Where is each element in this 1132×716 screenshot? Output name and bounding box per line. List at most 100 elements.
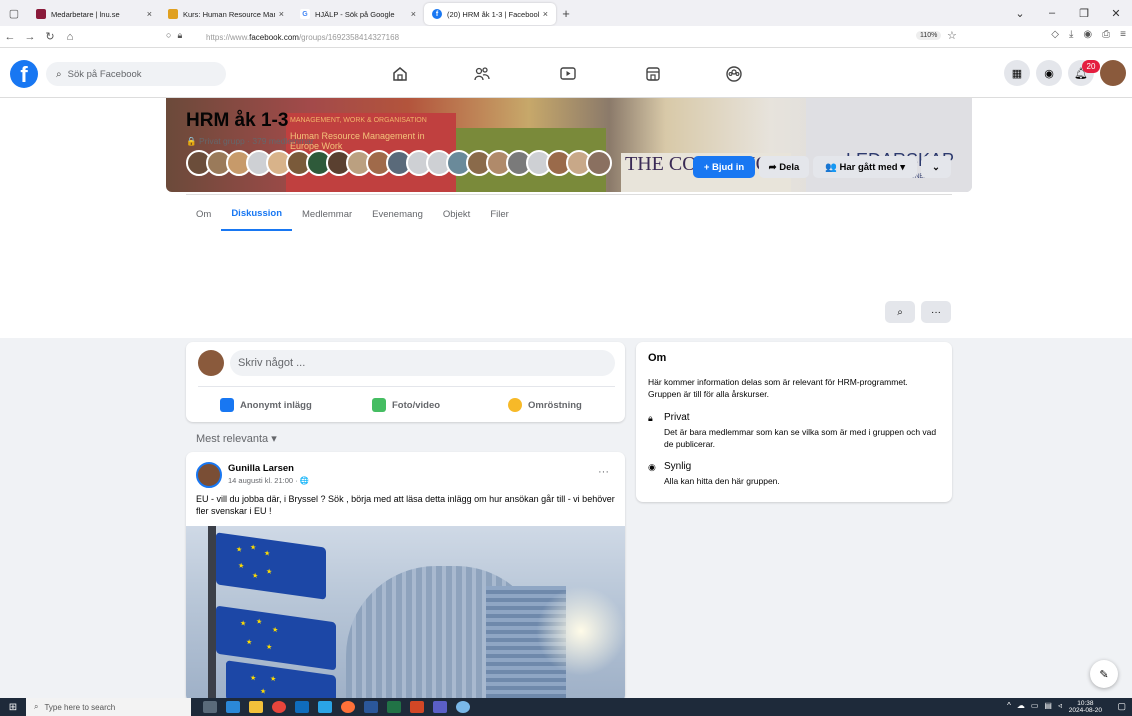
close-icon[interactable]: × (279, 9, 284, 19)
app-icon[interactable] (226, 701, 240, 713)
anonymous-icon (220, 398, 234, 412)
back-icon[interactable]: ← (0, 31, 20, 43)
member-avatars[interactable] (186, 150, 612, 176)
close-icon[interactable]: × (147, 9, 152, 19)
write-something-input[interactable]: Skriv något ... (230, 350, 615, 376)
groups-nav-icon[interactable] (722, 62, 746, 86)
browser-tab-google[interactable]: G HJÄLP - Sök på Google × (292, 3, 424, 25)
joined-button[interactable]: 👥 Har gått med ▾ (813, 156, 917, 178)
post-options-icon[interactable]: ··· (598, 466, 609, 478)
home-icon[interactable]: ⌂ (60, 31, 80, 43)
forward-icon[interactable]: → (20, 31, 40, 43)
tab-about[interactable]: Om (186, 197, 221, 231)
tab-discussion[interactable]: Diskussion (221, 197, 292, 231)
post-image[interactable]: ★ ★ ★ ★ ★ ★ ★ ★ ★ ★ ★ ★ ★ ★ (186, 526, 625, 702)
tab-title: Medarbetare | lnu.se (51, 9, 120, 19)
close-icon[interactable]: × (543, 9, 548, 19)
facebook-header: f ⌕ Sök på Facebook ▦ ◉ 🔔︎ (0, 48, 1132, 98)
watch-nav-icon[interactable] (556, 62, 580, 86)
tab-items[interactable]: Objekt (433, 197, 480, 231)
browser-tab-bar: ▢ Medarbetare | lnu.se × Kurs: Human Res… (0, 0, 1132, 26)
browser-tab-facebook[interactable]: f (20) HRM åk 1-3 | Facebook × (424, 3, 556, 25)
marketplace-nav-icon[interactable] (641, 62, 665, 86)
anonymous-post-button[interactable]: Anonymt inlägg (220, 394, 312, 416)
windows-start-icon[interactable]: ⊞ (0, 702, 26, 713)
browser-tab-course[interactable]: Kurs: Human Resource Manage × (160, 3, 292, 25)
restore-button[interactable]: ❐ (1068, 7, 1100, 20)
profile-avatar[interactable] (1100, 60, 1126, 86)
about-heading: Om (648, 352, 667, 364)
sort-dropdown[interactable]: Mest relevanta ▾ (196, 432, 277, 445)
task-view-icon[interactable] (203, 701, 217, 713)
group-search-icon[interactable]: ⌕ (885, 301, 915, 323)
app-icon[interactable] (318, 701, 332, 713)
extensions-icon[interactable]: ⎙ (1102, 29, 1110, 40)
privacy-description: Det är bara medlemmar som kan se vilka s… (664, 427, 937, 449)
home-nav-icon[interactable] (388, 62, 412, 86)
chevron-up-icon[interactable]: ^ (1007, 701, 1011, 710)
avatar[interactable] (196, 462, 222, 488)
app-icon[interactable] (456, 701, 470, 713)
post-timestamp[interactable]: 14 augusti kl. 21:00 · 🌐 (228, 476, 309, 485)
new-message-icon[interactable]: ✎ (1090, 660, 1118, 688)
minimize-button[interactable]: – (1036, 7, 1068, 19)
shield-icon: ○ (166, 30, 172, 40)
tab-title: HJÄLP - Sök på Google (315, 9, 395, 19)
invite-button[interactable]: + Bjud in (693, 156, 755, 178)
expand-button[interactable]: ⌄ (921, 156, 951, 178)
poll-button[interactable]: Omröstning (508, 394, 582, 416)
share-button[interactable]: ➦ Dela (759, 156, 809, 178)
messenger-icon[interactable]: ◉ (1036, 60, 1062, 86)
tab-overview-icon[interactable]: ▢ (0, 0, 28, 26)
lock-icon: 🔒︎ (177, 30, 183, 40)
url-security-icons: ○ 🔒︎ (166, 30, 182, 41)
teams-icon[interactable] (433, 701, 447, 713)
avatar[interactable] (198, 350, 224, 376)
onedrive-icon[interactable]: ☁ (1017, 701, 1025, 710)
volume-icon[interactable]: ◃ (1058, 701, 1062, 710)
tab-files[interactable]: Filer (480, 197, 518, 231)
download-icon[interactable]: ⤓ (1069, 29, 1073, 40)
facebook-icon: f (432, 9, 442, 19)
menu-icon[interactable]: ≡ (1120, 29, 1126, 40)
tab-title: Kurs: Human Resource Manage (183, 9, 275, 19)
file-explorer-icon[interactable] (249, 701, 263, 713)
tab-members[interactable]: Medlemmar (292, 197, 362, 231)
bookmark-star-icon[interactable]: ☆ (947, 29, 957, 42)
group-more-options-button[interactable]: ··· (921, 301, 951, 323)
flag-pole (208, 526, 216, 702)
chrome-icon[interactable] (272, 701, 286, 713)
photo-video-button[interactable]: Foto/video (372, 394, 440, 416)
facebook-search-input[interactable]: ⌕ Sök på Facebook (46, 62, 226, 86)
excel-icon[interactable] (387, 701, 401, 713)
url-path: /groups/1692358414327168 (298, 32, 400, 42)
friends-nav-icon[interactable] (470, 62, 494, 86)
zoom-level[interactable]: 110% (916, 31, 942, 40)
new-tab-button[interactable]: + (556, 6, 576, 21)
sun-glare (536, 586, 625, 676)
taskbar-search-input[interactable]: ⌕ Type here to search (26, 698, 191, 716)
account-icon[interactable]: ◉ (1083, 29, 1092, 40)
clock[interactable]: 10:38 2024-08-20 (1069, 700, 1102, 714)
avatar[interactable] (586, 150, 612, 176)
facebook-logo-icon[interactable]: f (10, 60, 38, 88)
address-bar[interactable]: https://www. facebook.com/groups/16923584… (206, 26, 399, 48)
word-icon[interactable] (364, 701, 378, 713)
browser-tab-lnu[interactable]: Medarbetare | lnu.se × (28, 3, 160, 25)
powerpoint-icon[interactable] (410, 701, 424, 713)
group-privacy-members[interactable]: 🔒 Privat grupp · 379 medlemmar (186, 136, 314, 147)
outlook-icon[interactable] (295, 701, 309, 713)
group-title[interactable]: HRM åk 1-3 (186, 110, 288, 132)
notification-center-icon[interactable]: ▢ (1117, 701, 1126, 712)
post-author[interactable]: Gunilla Larsen (228, 463, 294, 474)
tab-events[interactable]: Evenemang (362, 197, 433, 231)
close-icon[interactable]: × (411, 9, 416, 19)
menu-grid-icon[interactable]: ▦ (1004, 60, 1030, 86)
firefox-icon[interactable] (341, 701, 355, 713)
reload-icon[interactable]: ↻ (40, 30, 60, 43)
pocket-icon[interactable]: ◇ (1051, 29, 1059, 40)
battery-icon[interactable]: ▭ (1031, 701, 1039, 710)
network-icon[interactable]: ▤ (1044, 701, 1052, 710)
close-window-button[interactable]: ✕ (1100, 7, 1132, 20)
tab-list-icon[interactable]: ⌄ (1004, 7, 1036, 20)
